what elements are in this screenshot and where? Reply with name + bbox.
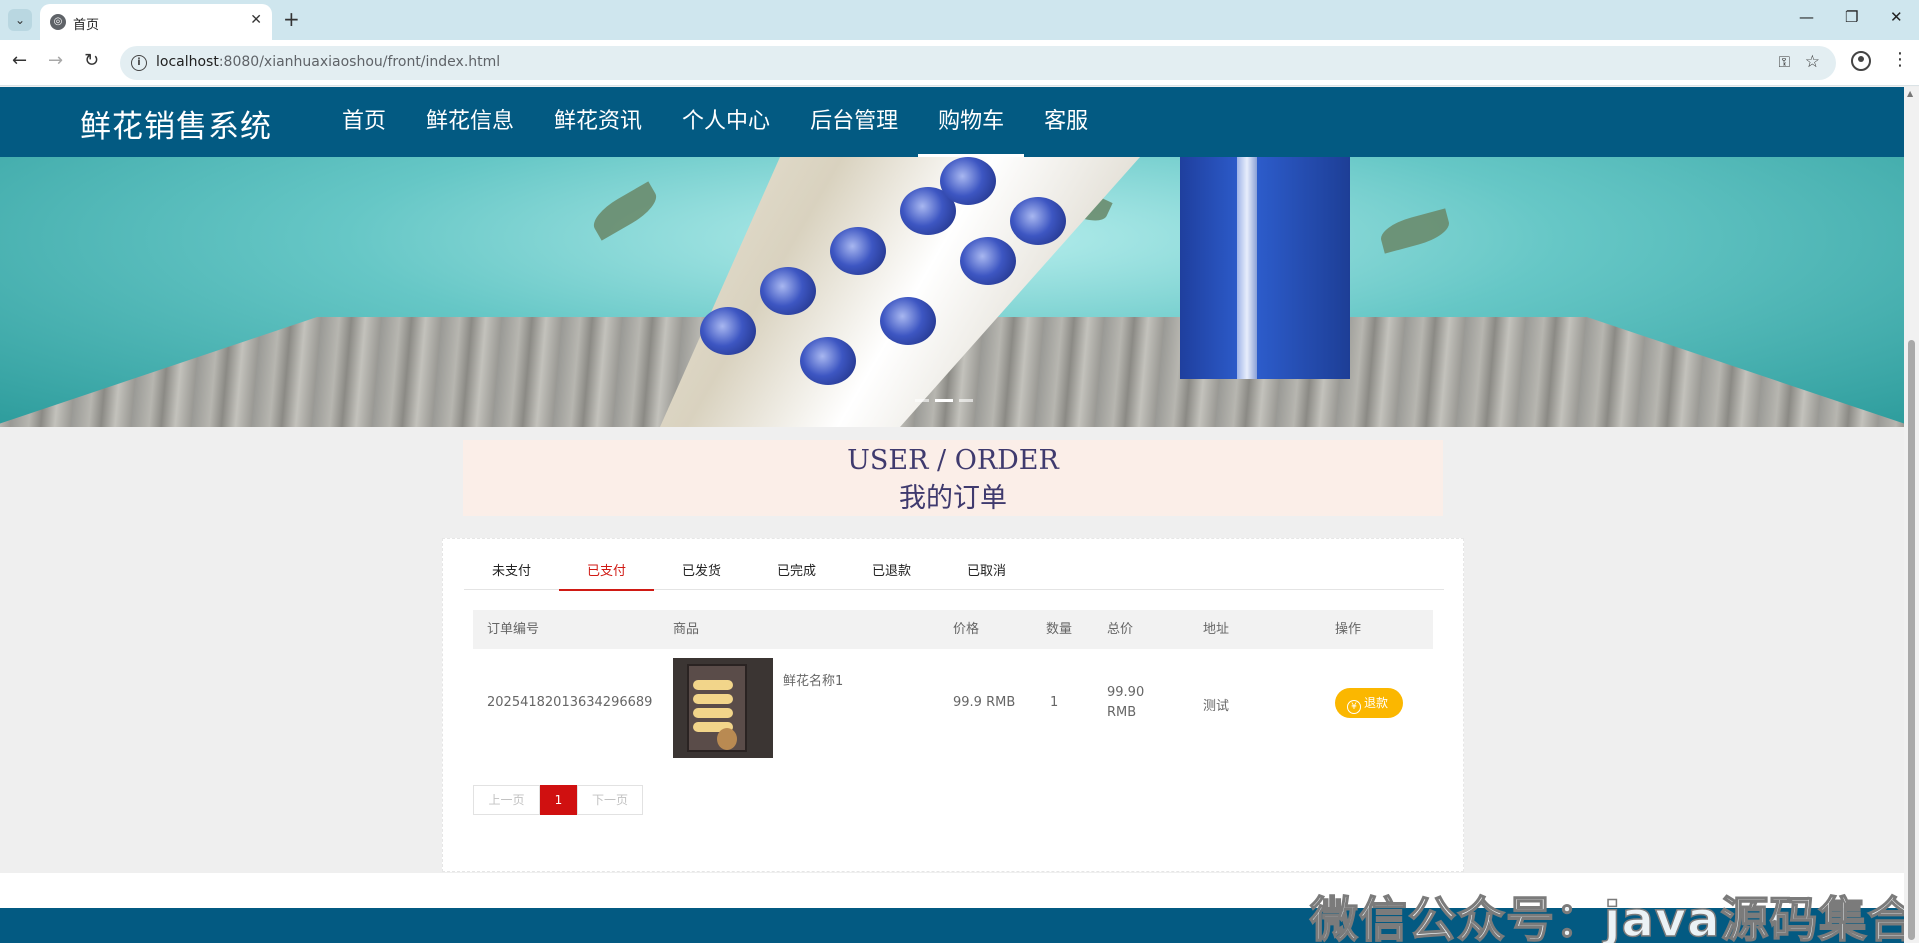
tab-shipped[interactable]: 已发货: [654, 554, 749, 590]
col-product: 商品: [673, 622, 700, 637]
profile-icon[interactable]: [1851, 51, 1871, 71]
col-qty: 数量: [1046, 622, 1073, 637]
quantity: 1: [1050, 695, 1059, 710]
menu-flower-news[interactable]: 鲜花资讯: [534, 87, 662, 157]
address-bar: ← → ↻ i localhost:8080/xianhuaxiaoshou/f…: [0, 40, 1919, 86]
menu-cart[interactable]: 购物车: [918, 87, 1025, 157]
back-icon[interactable]: ←: [12, 50, 27, 71]
close-tab-icon[interactable]: ✕: [250, 12, 262, 28]
prev-page-button[interactable]: 上一页: [473, 785, 540, 815]
product-flower-shape: [693, 708, 733, 718]
site-info-icon[interactable]: i: [131, 55, 147, 71]
pagination: 上一页 1 下一页: [473, 785, 643, 815]
menu-flower-info[interactable]: 鲜花信息: [406, 87, 534, 157]
order-status-tabs: 未支付 已支付 已发货 已完成 已退款 已取消: [464, 554, 1444, 591]
browser-tab[interactable]: ◎ 首页 ✕: [40, 4, 272, 40]
tab-unpaid[interactable]: 未支付: [464, 554, 559, 590]
banner-leaf: [1377, 208, 1453, 254]
banner-rose: [800, 337, 856, 385]
banner-rose: [940, 157, 996, 205]
refund-button[interactable]: ¥ 退款: [1335, 688, 1403, 718]
menu-user-center[interactable]: 个人中心: [662, 87, 790, 157]
col-total: 总价: [1107, 622, 1134, 637]
banner-rose: [760, 267, 816, 315]
browser-tab-bar: ⌄ ◎ 首页 ✕ + — ❐ ✕: [0, 0, 1919, 40]
product-image[interactable]: [673, 658, 773, 758]
next-page-button[interactable]: 下一页: [577, 785, 643, 815]
key-icon[interactable]: ⚿: [1779, 53, 1790, 71]
total-price-value: 99.90: [1107, 685, 1145, 700]
tab-refunded[interactable]: 已退款: [844, 554, 939, 590]
order-panel: 未支付 已支付 已发货 已完成 已退款 已取消 订单编号 商品 价格 数量 总价…: [442, 538, 1464, 872]
col-price: 价格: [953, 622, 980, 637]
tab-paid[interactable]: 已支付: [559, 554, 654, 591]
watermark-text: 微信公众号：java源码集合: [1309, 891, 1917, 943]
forward-icon[interactable]: →: [48, 50, 63, 71]
col-order-no: 订单编号: [487, 622, 540, 637]
tab-cancelled[interactable]: 已取消: [939, 554, 1034, 590]
page-1-button[interactable]: 1: [540, 785, 577, 815]
table-row: 20254182013634296689 鲜花名称1 99.9 RMB 1 99…: [473, 649, 1433, 758]
url-path: :8080/xianhuaxiaoshou/front/index.html: [218, 54, 501, 70]
tab-search-icon[interactable]: ⌄: [8, 9, 32, 31]
page-title-cn: 我的订单: [899, 483, 1007, 514]
menu-home[interactable]: 首页: [322, 87, 406, 157]
carousel-dot[interactable]: [959, 399, 973, 402]
address: 测试: [1203, 699, 1230, 714]
banner-rose: [880, 297, 936, 345]
banner-gift-box: [1180, 157, 1350, 379]
menu-service[interactable]: 客服: [1024, 87, 1108, 157]
refund-label: 退款: [1364, 696, 1389, 710]
carousel-indicators: [915, 399, 973, 402]
page-title-box: USER / ORDER 我的订单: [463, 440, 1443, 516]
url-host: localhost: [156, 54, 219, 70]
url-text[interactable]: localhost:8080/xianhuaxiaoshou/front/ind…: [156, 54, 500, 70]
tab-title: 首页: [73, 18, 100, 33]
unit-price: 99.9 RMB: [953, 695, 1016, 710]
menu-admin[interactable]: 后台管理: [790, 87, 918, 157]
col-address: 地址: [1203, 622, 1230, 637]
order-number: 20254182013634296689: [487, 695, 653, 710]
scrollbar-thumb[interactable]: [1908, 340, 1915, 940]
banner-rose: [960, 237, 1016, 285]
product-flower-shape: [693, 680, 733, 690]
product-bear-shape: [717, 728, 737, 750]
banner-gift-ribbon: [1237, 157, 1257, 379]
carousel-dot-active[interactable]: [935, 399, 953, 402]
col-action: 操作: [1335, 622, 1362, 637]
url-field[interactable]: i localhost:8080/xianhuaxiaoshou/front/i…: [120, 46, 1836, 80]
banner-carousel[interactable]: [0, 157, 1904, 427]
minimize-icon[interactable]: —: [1799, 8, 1814, 26]
main-menu: 首页 鲜花信息 鲜花资讯 个人中心 后台管理 购物车 客服: [322, 87, 1108, 157]
restore-icon[interactable]: ❐: [1845, 8, 1858, 26]
banner-leaf: [587, 181, 663, 241]
globe-icon: ◎: [50, 14, 66, 30]
yen-icon: ¥: [1347, 700, 1361, 714]
close-window-icon[interactable]: ✕: [1890, 8, 1903, 26]
product-flower-shape: [693, 694, 733, 704]
page-scrollbar[interactable]: ▲: [1904, 87, 1919, 943]
product-name[interactable]: 鲜花名称1: [783, 670, 843, 689]
banner-rose: [1010, 197, 1066, 245]
tab-completed[interactable]: 已完成: [749, 554, 844, 590]
scroll-up-icon[interactable]: ▲: [1907, 89, 1913, 98]
reload-icon[interactable]: ↻: [84, 50, 99, 71]
banner-rose: [830, 227, 886, 275]
site-logo: 鲜花销售系统: [80, 109, 272, 145]
bookmark-star-icon[interactable]: ☆: [1805, 52, 1820, 72]
total-price-unit: RMB: [1107, 705, 1137, 720]
banner-rose: [700, 307, 756, 355]
page-title-en: USER / ORDER: [847, 445, 1059, 476]
menu-kebab-icon[interactable]: ⋮: [1891, 49, 1909, 70]
table-header: 订单编号 商品 价格 数量 总价 地址 操作: [473, 610, 1433, 649]
carousel-dot[interactable]: [915, 399, 929, 402]
new-tab-icon[interactable]: +: [283, 7, 300, 31]
site-header: 鲜花销售系统 首页 鲜花信息 鲜花资讯 个人中心 后台管理 购物车 客服: [0, 87, 1904, 157]
